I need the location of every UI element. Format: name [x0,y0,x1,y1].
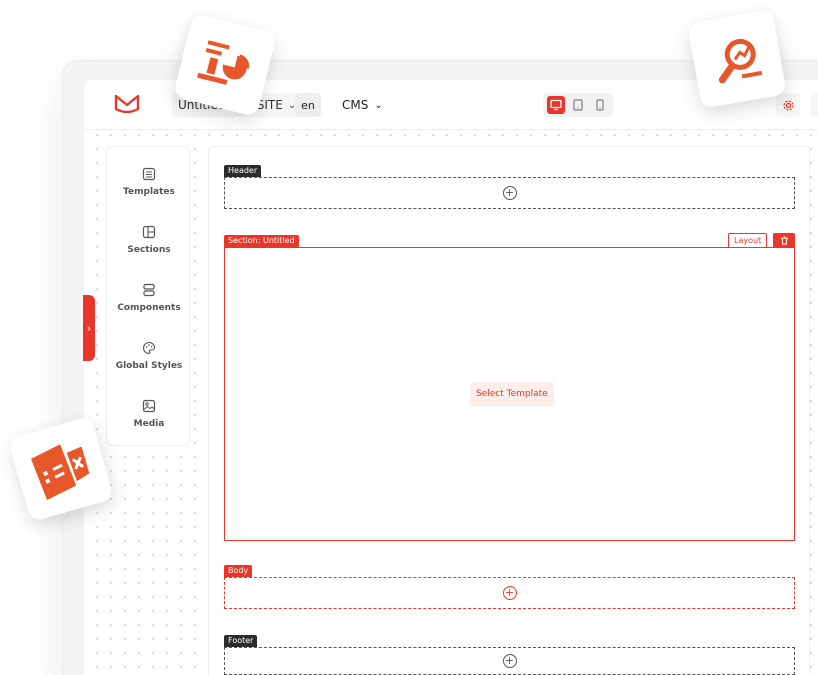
header-block-tag: Header [224,165,262,177]
tablet-icon [573,99,583,111]
sidebar-item-label: Global Styles [115,361,183,371]
footer-drop-zone[interactable]: + [224,647,795,675]
add-body-button[interactable]: + [502,586,517,600]
components-icon [143,283,155,297]
sidebar-item-sections[interactable]: Sections [107,225,191,275]
settings-button[interactable] [776,93,800,117]
language-selector[interactable]: en [295,93,321,117]
seo-badge [687,9,787,109]
mobile-icon [596,99,604,111]
add-header-button[interactable]: + [502,186,517,200]
desktop-icon [550,99,562,111]
trash-icon [780,235,788,245]
toolbar-button[interactable] [810,93,818,117]
section-block-tag: Section: Untitled [224,235,299,247]
sidebar-item-label: Sections [127,245,171,255]
magnifier-growth-icon [718,38,763,84]
brand-logo-icon[interactable] [114,93,140,113]
cms-menu[interactable]: CMS ⌄ [342,93,383,117]
chevron-down-icon: ⌄ [374,99,383,111]
server-settings-icon [31,444,90,501]
sidebar-item-label: Templates [123,187,175,197]
sidebar: Templates Sections Components Global Sty… [106,146,190,446]
body-drop-zone[interactable]: + [224,577,795,609]
image-icon [142,399,156,413]
add-footer-button[interactable]: + [502,654,517,668]
cms-label: CMS [342,98,369,112]
body-block-tag: Body [224,565,253,577]
sections-icon [142,225,156,239]
sidebar-item-components[interactable]: Components [107,283,191,333]
sidebar-item-global-styles[interactable]: Global Styles [107,341,191,391]
delete-section-button[interactable] [773,233,795,247]
chevron-right-icon: › [86,321,92,335]
tablet-view-button[interactable] [569,96,587,114]
sidebar-item-label: Components [117,303,181,313]
gear-icon [782,99,794,111]
desktop-view-button[interactable] [547,96,565,114]
header-drop-zone[interactable]: + [224,177,795,209]
sidebar-item-media[interactable]: Media [107,399,191,449]
pie-chart-icon [197,40,250,85]
templates-icon [142,167,156,181]
select-template-button[interactable]: Select Template [470,382,554,406]
layout-button[interactable]: Layout [728,233,768,247]
device-switcher [543,93,613,117]
sidebar-item-label: Media [133,419,165,429]
footer-block-tag: Footer [224,635,258,647]
mobile-view-button[interactable] [591,96,609,114]
sidebar-toggle-button[interactable]: › [83,295,95,361]
sidebar-item-templates[interactable]: Templates [107,167,191,217]
palette-icon [143,341,156,355]
